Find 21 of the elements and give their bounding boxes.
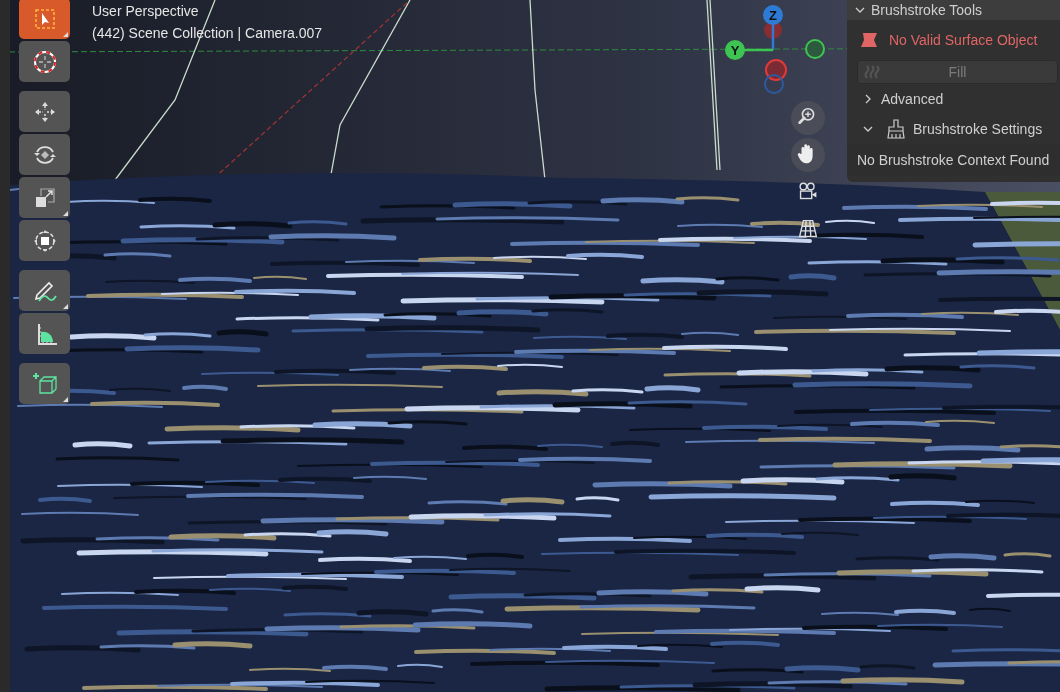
- subpanel-header[interactable]: Brushstroke Settings: [847, 114, 1060, 144]
- tool-button[interactable]: [19, 91, 70, 132]
- chevron-icon: [855, 5, 865, 15]
- negative-z-axis-handle[interactable]: [764, 74, 784, 94]
- tool-button[interactable]: [19, 270, 70, 311]
- tool-button[interactable]: [19, 313, 70, 354]
- warning-message: No Valid Surface Object: [889, 30, 1038, 50]
- tool-button[interactable]: [19, 177, 70, 218]
- axis-handle[interactable]: Z: [763, 5, 783, 25]
- tool-button[interactable]: [19, 134, 70, 175]
- view-name-label: User Perspective: [92, 2, 200, 21]
- chevron-icon: [863, 94, 873, 104]
- subpanel-header[interactable]: Advanced: [847, 84, 1060, 114]
- panel-header[interactable]: Brushstroke Tools: [847, 0, 1060, 20]
- tool-button[interactable]: [19, 220, 70, 261]
- tool-button[interactable]: [19, 363, 70, 404]
- brush-icon: [887, 119, 905, 139]
- chevron-icon: [863, 124, 873, 134]
- axis-handle[interactable]: Y: [725, 40, 745, 60]
- warning-surface-icon: [859, 31, 879, 49]
- tool-button[interactable]: [19, 41, 70, 82]
